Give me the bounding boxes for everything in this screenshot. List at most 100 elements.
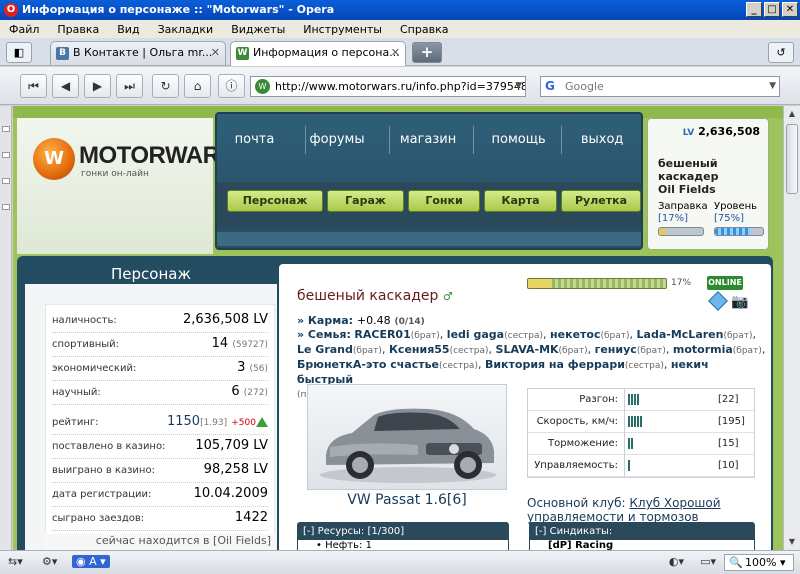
zoom-control[interactable]: 🔍 100% ▾	[724, 554, 794, 571]
level-label: Уровень	[714, 201, 758, 212]
site-logo[interactable]: W MOTORWARS.RU гонки он-лайн	[17, 118, 275, 254]
family-member-link[interactable]: motormia	[673, 343, 733, 356]
vertical-scrollbar[interactable]: ▲ ▼	[783, 106, 800, 550]
new-tab-button[interactable]: +	[412, 42, 442, 63]
minimize-button[interactable]: _	[746, 2, 762, 17]
car-image[interactable]	[307, 384, 507, 490]
car-stat-row: Управляемость: [10]	[528, 455, 754, 477]
nav-mail[interactable]: почта	[229, 132, 281, 147]
tab-vkontakte[interactable]: B В Контакте | Ольга mr... ✕	[50, 41, 226, 65]
nav-button-character[interactable]: Персонаж	[227, 190, 323, 212]
search-field[interactable]: G Google ▼	[540, 76, 780, 97]
panel-icon[interactable]	[2, 204, 10, 210]
nav-button-map[interactable]: Карта	[484, 190, 557, 212]
network-icon[interactable]: ⚙▾	[42, 555, 57, 568]
car-name-link[interactable]: VW Passat 1.6[6]	[307, 492, 507, 508]
divider	[624, 433, 625, 455]
family-member-link[interactable]: ledi gaga	[447, 328, 504, 341]
menu-widgets[interactable]: Виджеты	[222, 23, 294, 36]
panel-icon[interactable]	[2, 178, 10, 184]
menu-view[interactable]: Вид	[108, 23, 148, 36]
scroll-up-icon[interactable]: ▲	[784, 106, 800, 122]
stat-value: 105,709 LV	[195, 438, 268, 453]
image-icon[interactable]: ▭▾	[700, 555, 716, 568]
stat-extra: (272)	[243, 388, 268, 398]
trash-button[interactable]: ↺	[768, 42, 794, 63]
nav-logout[interactable]: выход	[575, 132, 630, 147]
tab-label: В Контакте | Ольга mr...	[73, 46, 213, 59]
back-button[interactable]: ◀	[52, 74, 79, 98]
nav-button-races[interactable]: Гонки	[408, 190, 480, 212]
camera-icon[interactable]: 📷	[731, 294, 748, 310]
nav-shop[interactable]: магазин	[394, 132, 462, 147]
family-member-link[interactable]: Le Grand	[297, 343, 353, 356]
karma-label: » Карма:	[297, 314, 354, 327]
car-stat-bars	[628, 394, 640, 405]
family-member-link[interactable]: SLAVA-MK	[496, 343, 559, 356]
divider	[389, 126, 390, 154]
family-member-link[interactable]: RACER01	[354, 328, 410, 341]
close-icon[interactable]: ✕	[391, 42, 400, 64]
family-member-link[interactable]: Виктория на феррари	[485, 358, 625, 371]
family-relation: (брат)	[410, 331, 440, 341]
rewind-button[interactable]: ⏮	[20, 74, 47, 98]
turbo-icon[interactable]: ◐▾	[669, 555, 684, 568]
chevron-down-icon[interactable]: ▼	[769, 77, 776, 96]
car-stat-row: Скорость, км/ч: [195]	[528, 411, 754, 433]
syndicates-toggle[interactable]: [-] Синдикаты:	[535, 526, 612, 537]
karma-extra: (0/14)	[394, 317, 425, 327]
fuel-label: Заправка	[658, 201, 708, 212]
family-member-link[interactable]: гениус	[595, 343, 637, 356]
maximize-button[interactable]: □	[764, 2, 780, 17]
window-title: Информация о персонаже :: "Motorwars" - …	[22, 3, 335, 16]
experience-percent: 17%	[671, 278, 692, 288]
home-button[interactable]: ⌂	[184, 74, 211, 98]
tab-motorwars[interactable]: W Информация о персона... ✕	[230, 41, 406, 66]
chevron-down-icon[interactable]: ▼	[515, 77, 522, 96]
info-button[interactable]: ⓘ	[218, 74, 245, 98]
syndicate-item[interactable]: [dP] Racing	[530, 540, 754, 550]
divider	[624, 455, 625, 477]
stat-extra: (59727)	[232, 340, 268, 350]
panel-icon[interactable]	[2, 126, 10, 132]
menu-edit[interactable]: Правка	[48, 23, 108, 36]
panels-icon[interactable]: ⇆▾	[8, 555, 23, 568]
scroll-thumb[interactable]	[786, 124, 798, 194]
resources-toggle[interactable]: [-] Ресурсы: [1/300]	[303, 526, 404, 537]
nav-forums[interactable]: форумы	[304, 132, 371, 147]
menu-tools[interactable]: Инструменты	[294, 23, 391, 36]
panel-icon[interactable]	[2, 152, 10, 158]
family-relation: (сестра)	[449, 346, 489, 356]
level-percent: [75%]	[714, 213, 745, 224]
stat-extra: [1.93]	[200, 418, 228, 428]
address-field[interactable]: W http://www.motorwars.ru/info.php?id=37…	[250, 76, 526, 97]
stat-value: 1150[1.93] +500	[167, 414, 268, 429]
reload-button[interactable]: ↻	[152, 74, 179, 98]
profile-name[interactable]: бешеный каскадер Oil Fields	[658, 157, 719, 196]
resource-item: • Нефть: 1	[298, 540, 508, 550]
scroll-down-icon[interactable]: ▼	[784, 534, 800, 550]
menu-bookmarks[interactable]: Закладки	[149, 23, 223, 36]
nav-help[interactable]: помощь	[485, 132, 551, 147]
opera-logo-icon: O	[4, 3, 18, 17]
menu-help[interactable]: Справка	[391, 23, 457, 36]
stat-bar-segment	[631, 416, 633, 427]
family-member-link[interactable]: Lada-McLaren	[637, 328, 724, 341]
nav-button-roulette[interactable]: Рулетка	[561, 190, 641, 212]
close-icon[interactable]: ✕	[211, 42, 220, 64]
language-indicator[interactable]: ◉ A ▾	[72, 555, 110, 568]
side-panel-strip	[0, 106, 12, 550]
family-member-link[interactable]: некетос	[550, 328, 600, 341]
menu-file[interactable]: Файл	[0, 23, 48, 36]
close-button[interactable]: ✕	[782, 2, 798, 17]
family-member-link[interactable]: Ксения55	[389, 343, 450, 356]
nav-button-garage[interactable]: Гараж	[327, 190, 404, 212]
fast-forward-button[interactable]: ⏭	[116, 74, 143, 98]
family-member-link[interactable]: БрюнеткА-это счастье	[297, 358, 439, 371]
diamond-icon[interactable]	[708, 291, 728, 311]
stat-number: 3	[237, 360, 246, 375]
stat-number[interactable]: 1150	[167, 414, 200, 429]
panel-toggle-button[interactable]: ◧	[6, 42, 32, 63]
stat-label: экономический:	[52, 363, 137, 374]
forward-button[interactable]: ▶	[84, 74, 111, 98]
